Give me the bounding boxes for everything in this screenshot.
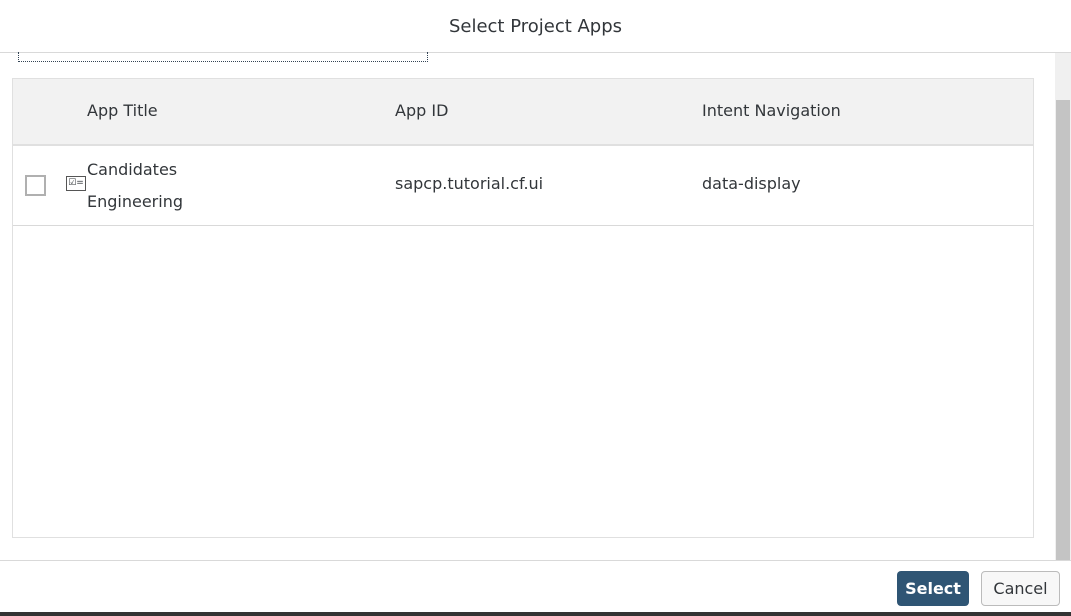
background-strip [0, 612, 1071, 616]
row-checkbox[interactable] [25, 175, 46, 196]
dialog-footer: Select Cancel [0, 560, 1071, 612]
apps-table: App Title App ID Intent Navigation ☑= Ca… [12, 78, 1034, 538]
column-header-app-title[interactable]: App Title [87, 101, 158, 120]
intent-cell: data-display [702, 174, 801, 193]
dialog-title: Select Project Apps [0, 0, 1071, 53]
table-row[interactable]: ☑= Candidates Engineering sapcp.tutorial… [13, 146, 1033, 226]
cancel-button[interactable]: Cancel [981, 571, 1060, 606]
scrollbar-thumb[interactable] [1056, 100, 1070, 560]
app-title-cell: Candidates Engineering [87, 160, 183, 211]
column-header-app-id[interactable]: App ID [395, 101, 448, 120]
scrollbar[interactable] [1055, 53, 1071, 560]
app-id-cell: sapcp.tutorial.cf.ui [395, 174, 544, 193]
table-header: App Title App ID Intent Navigation [13, 79, 1033, 146]
search-input[interactable] [18, 52, 428, 62]
column-header-intent-navigation[interactable]: Intent Navigation [702, 101, 841, 120]
select-button[interactable]: Select [897, 571, 969, 606]
task-list-icon: ☑= [66, 176, 86, 191]
